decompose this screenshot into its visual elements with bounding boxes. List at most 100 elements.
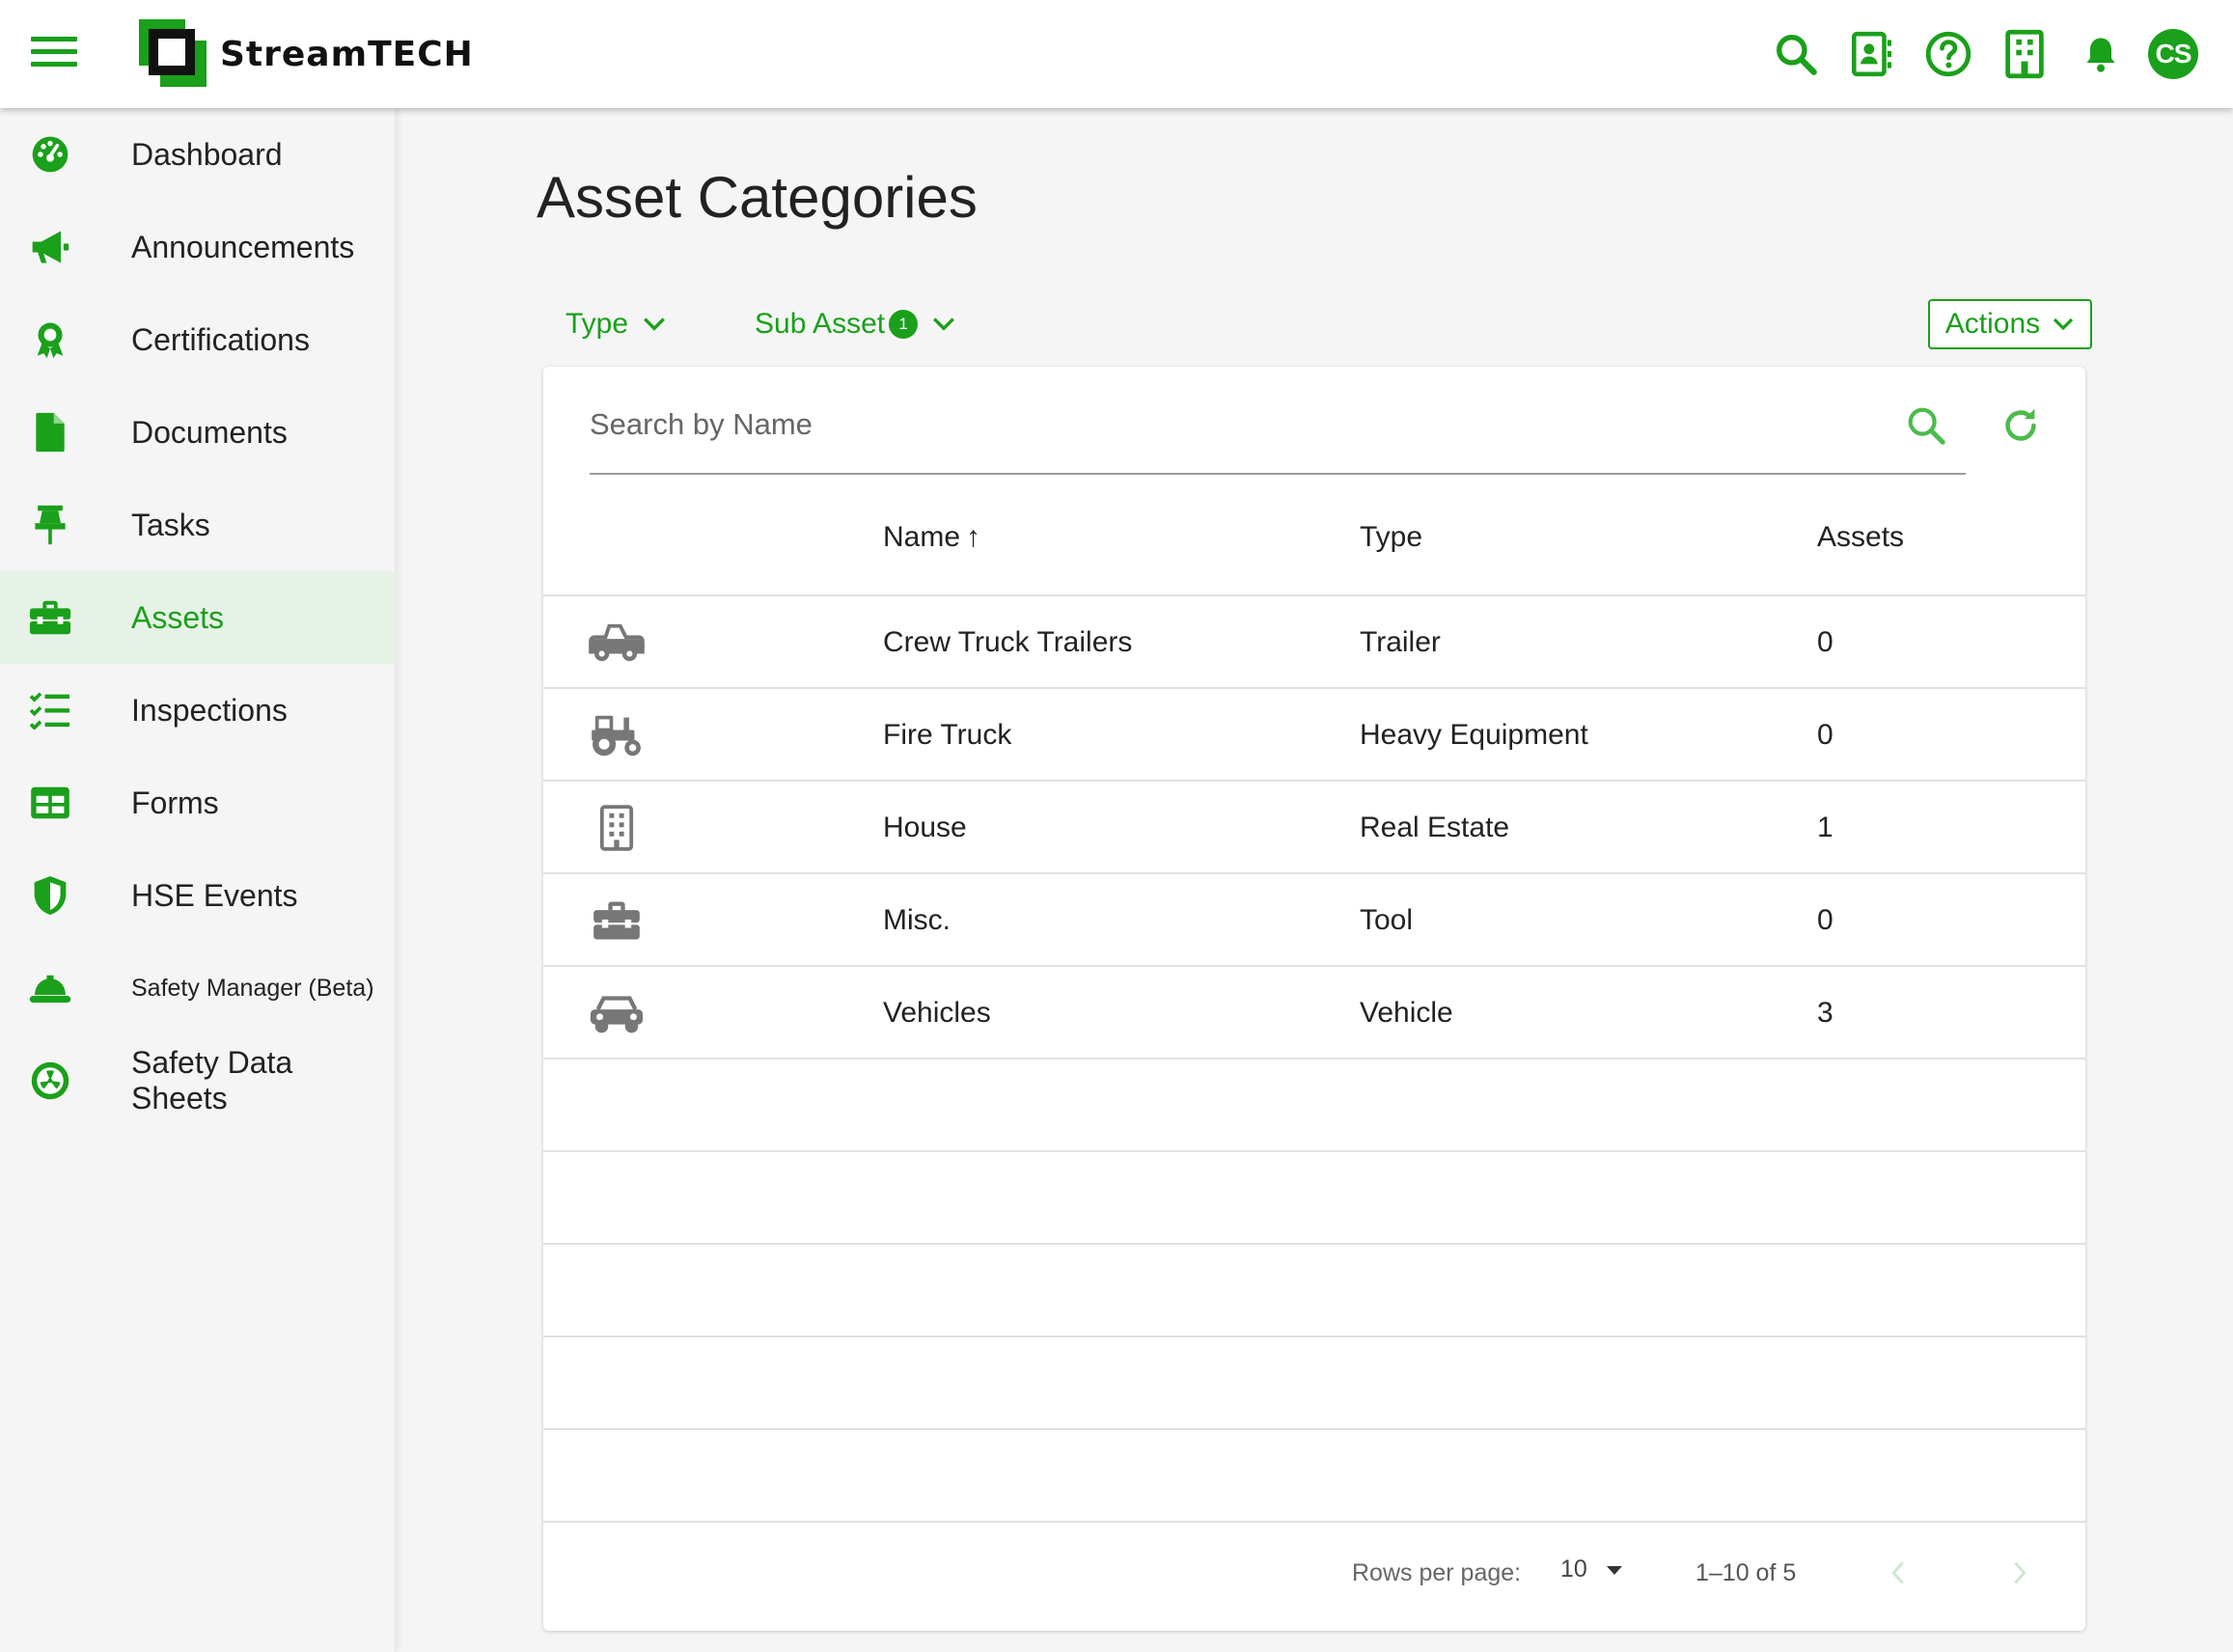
chevron-right-icon (2014, 1561, 2026, 1584)
cell-assets: 0 (1817, 904, 1833, 936)
sidebar-item-safety-manager[interactable]: Safety Manager (Beta) (0, 942, 396, 1034)
trailer-icon (586, 618, 648, 668)
sidebar-item-documents[interactable]: Documents (0, 386, 396, 479)
sort-ascending-icon: ↑ (966, 521, 981, 553)
sub-asset-filter-dropdown[interactable]: Sub Asset 1 (755, 301, 956, 347)
table-row[interactable]: Fire Truck Heavy Equipment 0 (543, 687, 2085, 780)
menu-icon[interactable] (31, 37, 77, 71)
table-icon (27, 780, 73, 826)
type-filter-label: Type (565, 308, 629, 340)
building-icon (586, 803, 648, 853)
checklist-icon (27, 687, 73, 733)
hardhat-icon (27, 965, 73, 1011)
empty-table-row (543, 1058, 2085, 1150)
previous-page-button[interactable] (1879, 1554, 1917, 1592)
column-header-label: Type (1360, 521, 1423, 553)
cell-type: Trailer (1360, 626, 1441, 658)
column-header-type[interactable]: Type (1360, 521, 1422, 554)
table-row[interactable]: House Real Estate 1 (543, 780, 2085, 872)
sidebar-item-label: Forms (131, 785, 219, 820)
sidebar-item-tasks[interactable]: Tasks (0, 479, 396, 571)
sidebar-item-label: Assets (131, 599, 225, 635)
sidebar-item-label: Documents (131, 414, 288, 450)
page-title: Asset Categories (537, 165, 978, 230)
cell-name: Fire Truck (883, 719, 1012, 751)
help-icon[interactable] (1919, 25, 1977, 83)
sidebar-item-certifications[interactable]: Certifications (0, 293, 396, 386)
sidebar-item-label: Certifications (131, 321, 310, 357)
empty-table-row (543, 1243, 2085, 1335)
empty-table-row (543, 1428, 2085, 1521)
sidebar-item-safety-data-sheets[interactable]: Safety Data Sheets (0, 1034, 396, 1127)
streamtech-logo-mark (139, 19, 207, 87)
column-header-name[interactable]: Name ↑ (883, 521, 980, 554)
top-app-bar: StreamTECH CS (0, 0, 2233, 108)
shield-icon (27, 872, 73, 919)
sidebar-item-hse-events[interactable]: HSE Events (0, 849, 396, 942)
column-header-assets[interactable]: Assets (1817, 521, 1904, 554)
megaphone-icon (27, 224, 73, 270)
actions-label: Actions (1944, 308, 2041, 340)
empty-table-row (543, 1335, 2085, 1428)
filter-count-badge: 1 (889, 310, 919, 339)
sidebar-item-inspections[interactable]: Inspections (0, 664, 396, 757)
empty-table-row (543, 1150, 2085, 1243)
search-icon[interactable] (1767, 25, 1825, 83)
refresh-icon[interactable] (1999, 403, 2043, 448)
sidebar-item-label: Tasks (131, 507, 210, 542)
table-row[interactable]: Crew Truck Trailers Trailer 0 (543, 594, 2085, 687)
brand-logo[interactable]: StreamTECH (135, 15, 474, 93)
rows-per-page-label: Rows per page: (1352, 1559, 1522, 1586)
chevron-left-icon (1891, 1561, 1904, 1584)
sidebar-item-label: Inspections (131, 692, 288, 728)
sidebar-item-label: Safety Manager (Beta) (131, 974, 374, 1002)
next-page-button[interactable] (2000, 1554, 2039, 1592)
contact-card-icon[interactable] (1843, 25, 1901, 83)
cell-assets: 3 (1817, 997, 1833, 1029)
sidebar-item-label: HSE Events (131, 877, 298, 913)
actions-button[interactable]: Actions (1928, 299, 2092, 349)
cell-type: Real Estate (1360, 812, 1510, 843)
caret-down-icon (1606, 1565, 1622, 1575)
cell-name: Crew Truck Trailers (883, 626, 1133, 658)
search-input[interactable] (590, 396, 1921, 454)
cell-name: House (883, 812, 967, 843)
award-icon (27, 317, 73, 363)
bell-icon[interactable] (2072, 25, 2130, 83)
type-filter-dropdown[interactable]: Type (565, 301, 667, 347)
table-row[interactable]: Misc. Tool 0 (543, 872, 2085, 965)
chevron-down-icon (644, 317, 666, 331)
sidebar-item-dashboard[interactable]: Dashboard (0, 108, 396, 201)
sidebar-item-label: Dashboard (131, 136, 283, 172)
search-icon[interactable] (1904, 403, 1948, 448)
cell-name: Misc. (883, 904, 951, 936)
chevron-down-icon (2054, 317, 2074, 331)
cell-assets: 0 (1817, 719, 1833, 751)
cell-type: Heavy Equipment (1360, 719, 1588, 751)
toolbox-icon (586, 895, 648, 946)
column-header-label: Name (883, 521, 961, 553)
sidebar: Dashboard Announcements Certifications D… (0, 108, 396, 1652)
search-underline (590, 473, 1966, 475)
cell-type: Vehicle (1360, 997, 1453, 1029)
building-icon[interactable] (1996, 25, 2054, 83)
chevron-down-icon (933, 317, 955, 331)
cell-name: Vehicles (883, 997, 991, 1029)
car-icon (586, 988, 648, 1038)
rows-per-page-value: 10 (1560, 1556, 1587, 1583)
sidebar-item-assets[interactable]: Assets (0, 571, 396, 664)
brand-name: StreamTECH (220, 34, 474, 74)
cell-assets: 0 (1817, 626, 1833, 658)
column-header-label: Assets (1817, 521, 1905, 553)
rows-per-page-select[interactable]: 10 (1560, 1556, 1624, 1583)
sidebar-item-forms[interactable]: Forms (0, 757, 396, 849)
user-avatar[interactable]: CS (2148, 29, 2198, 79)
table-row[interactable]: Vehicles Vehicle 3 (543, 965, 2085, 1058)
sub-asset-filter-label: Sub Asset (755, 308, 886, 340)
tractor-icon (586, 710, 648, 760)
cell-assets: 1 (1817, 812, 1833, 843)
asset-categories-table-card: Name ↑ Type Assets Crew Truck Trailers T… (543, 367, 2085, 1631)
page-range-text: 1–10 of 5 (1695, 1559, 1797, 1586)
sidebar-item-label: Safety Data Sheets (131, 1045, 293, 1115)
sidebar-item-announcements[interactable]: Announcements (0, 201, 396, 293)
